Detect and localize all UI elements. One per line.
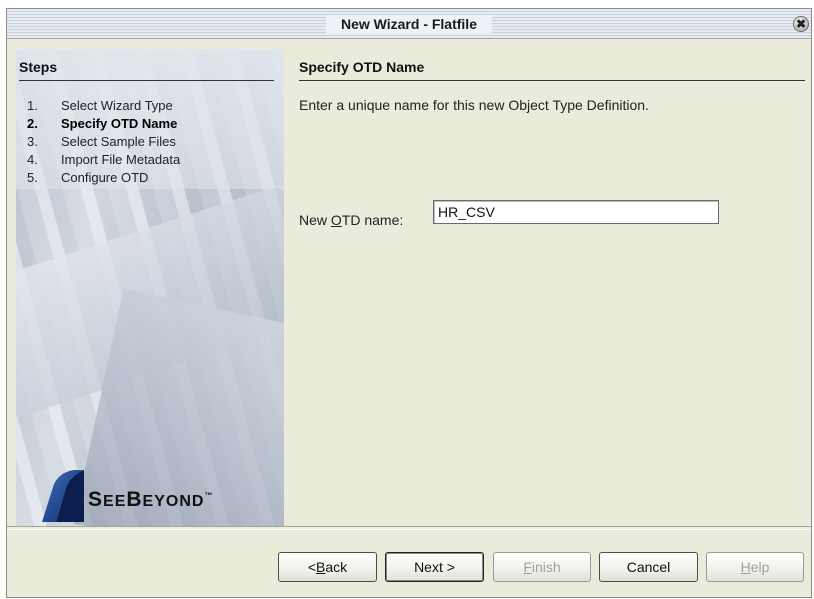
wizard-dialog: New Wizard - Flatfile ✖ Steps 1. Select W… <box>6 8 812 598</box>
step-number: 4. <box>27 152 38 167</box>
content-panel: Specify OTD Name Enter a unique name for… <box>299 49 805 527</box>
step-number: 3. <box>27 134 38 149</box>
seebeyond-logo: SEEBEYOND™ <box>40 464 270 524</box>
otd-name-label: New OTD name: <box>299 212 404 228</box>
steps-header: Steps <box>19 59 58 75</box>
logo-swoosh-icon <box>42 470 84 522</box>
close-glyph: ✖ <box>795 17 807 31</box>
finish-button[interactable]: Finish <box>493 552 591 582</box>
button-separator <box>7 526 811 530</box>
step-label: Select Wizard Type <box>61 98 173 113</box>
step-label: Specify OTD Name <box>61 116 178 131</box>
step-label: Import File Metadata <box>61 152 181 167</box>
step-item-4: 4. Import File Metadata <box>27 151 180 169</box>
logo-text: SEEBEYOND™ <box>88 488 214 511</box>
instruction-text: Enter a unique name for this new Object … <box>299 97 649 113</box>
step-number: 1. <box>27 98 38 113</box>
step-number: 2. <box>27 116 38 131</box>
page-title: Specify OTD Name <box>299 59 425 75</box>
help-button[interactable]: Help <box>706 552 804 582</box>
step-item-5: 5. Configure OTD <box>27 169 180 187</box>
step-number: 5. <box>27 170 38 185</box>
step-item-1: 1. Select Wizard Type <box>27 97 180 115</box>
title-divider <box>299 80 805 81</box>
step-label: Configure OTD <box>61 170 149 185</box>
window-title: New Wizard - Flatfile <box>340 16 477 32</box>
back-button[interactable]: < Back <box>278 552 377 582</box>
steps-list: 1. Select Wizard Type 2. Specify OTD Name … <box>27 97 180 187</box>
step-item-3: 3. Select Sample Files <box>27 133 180 151</box>
otd-name-input[interactable] <box>433 200 719 224</box>
next-button[interactable]: Next > <box>385 552 484 582</box>
step-label: Select Sample Files <box>61 134 176 149</box>
steps-panel: Steps 1. Select Wizard Type 2. Specify OTD… <box>16 49 284 527</box>
cancel-button[interactable]: Cancel <box>599 552 698 582</box>
close-icon[interactable]: ✖ <box>793 16 809 32</box>
title-bar[interactable]: New Wizard - Flatfile ✖ <box>7 9 811 39</box>
step-item-2: 2. Specify OTD Name <box>27 115 180 133</box>
steps-divider <box>19 80 274 81</box>
